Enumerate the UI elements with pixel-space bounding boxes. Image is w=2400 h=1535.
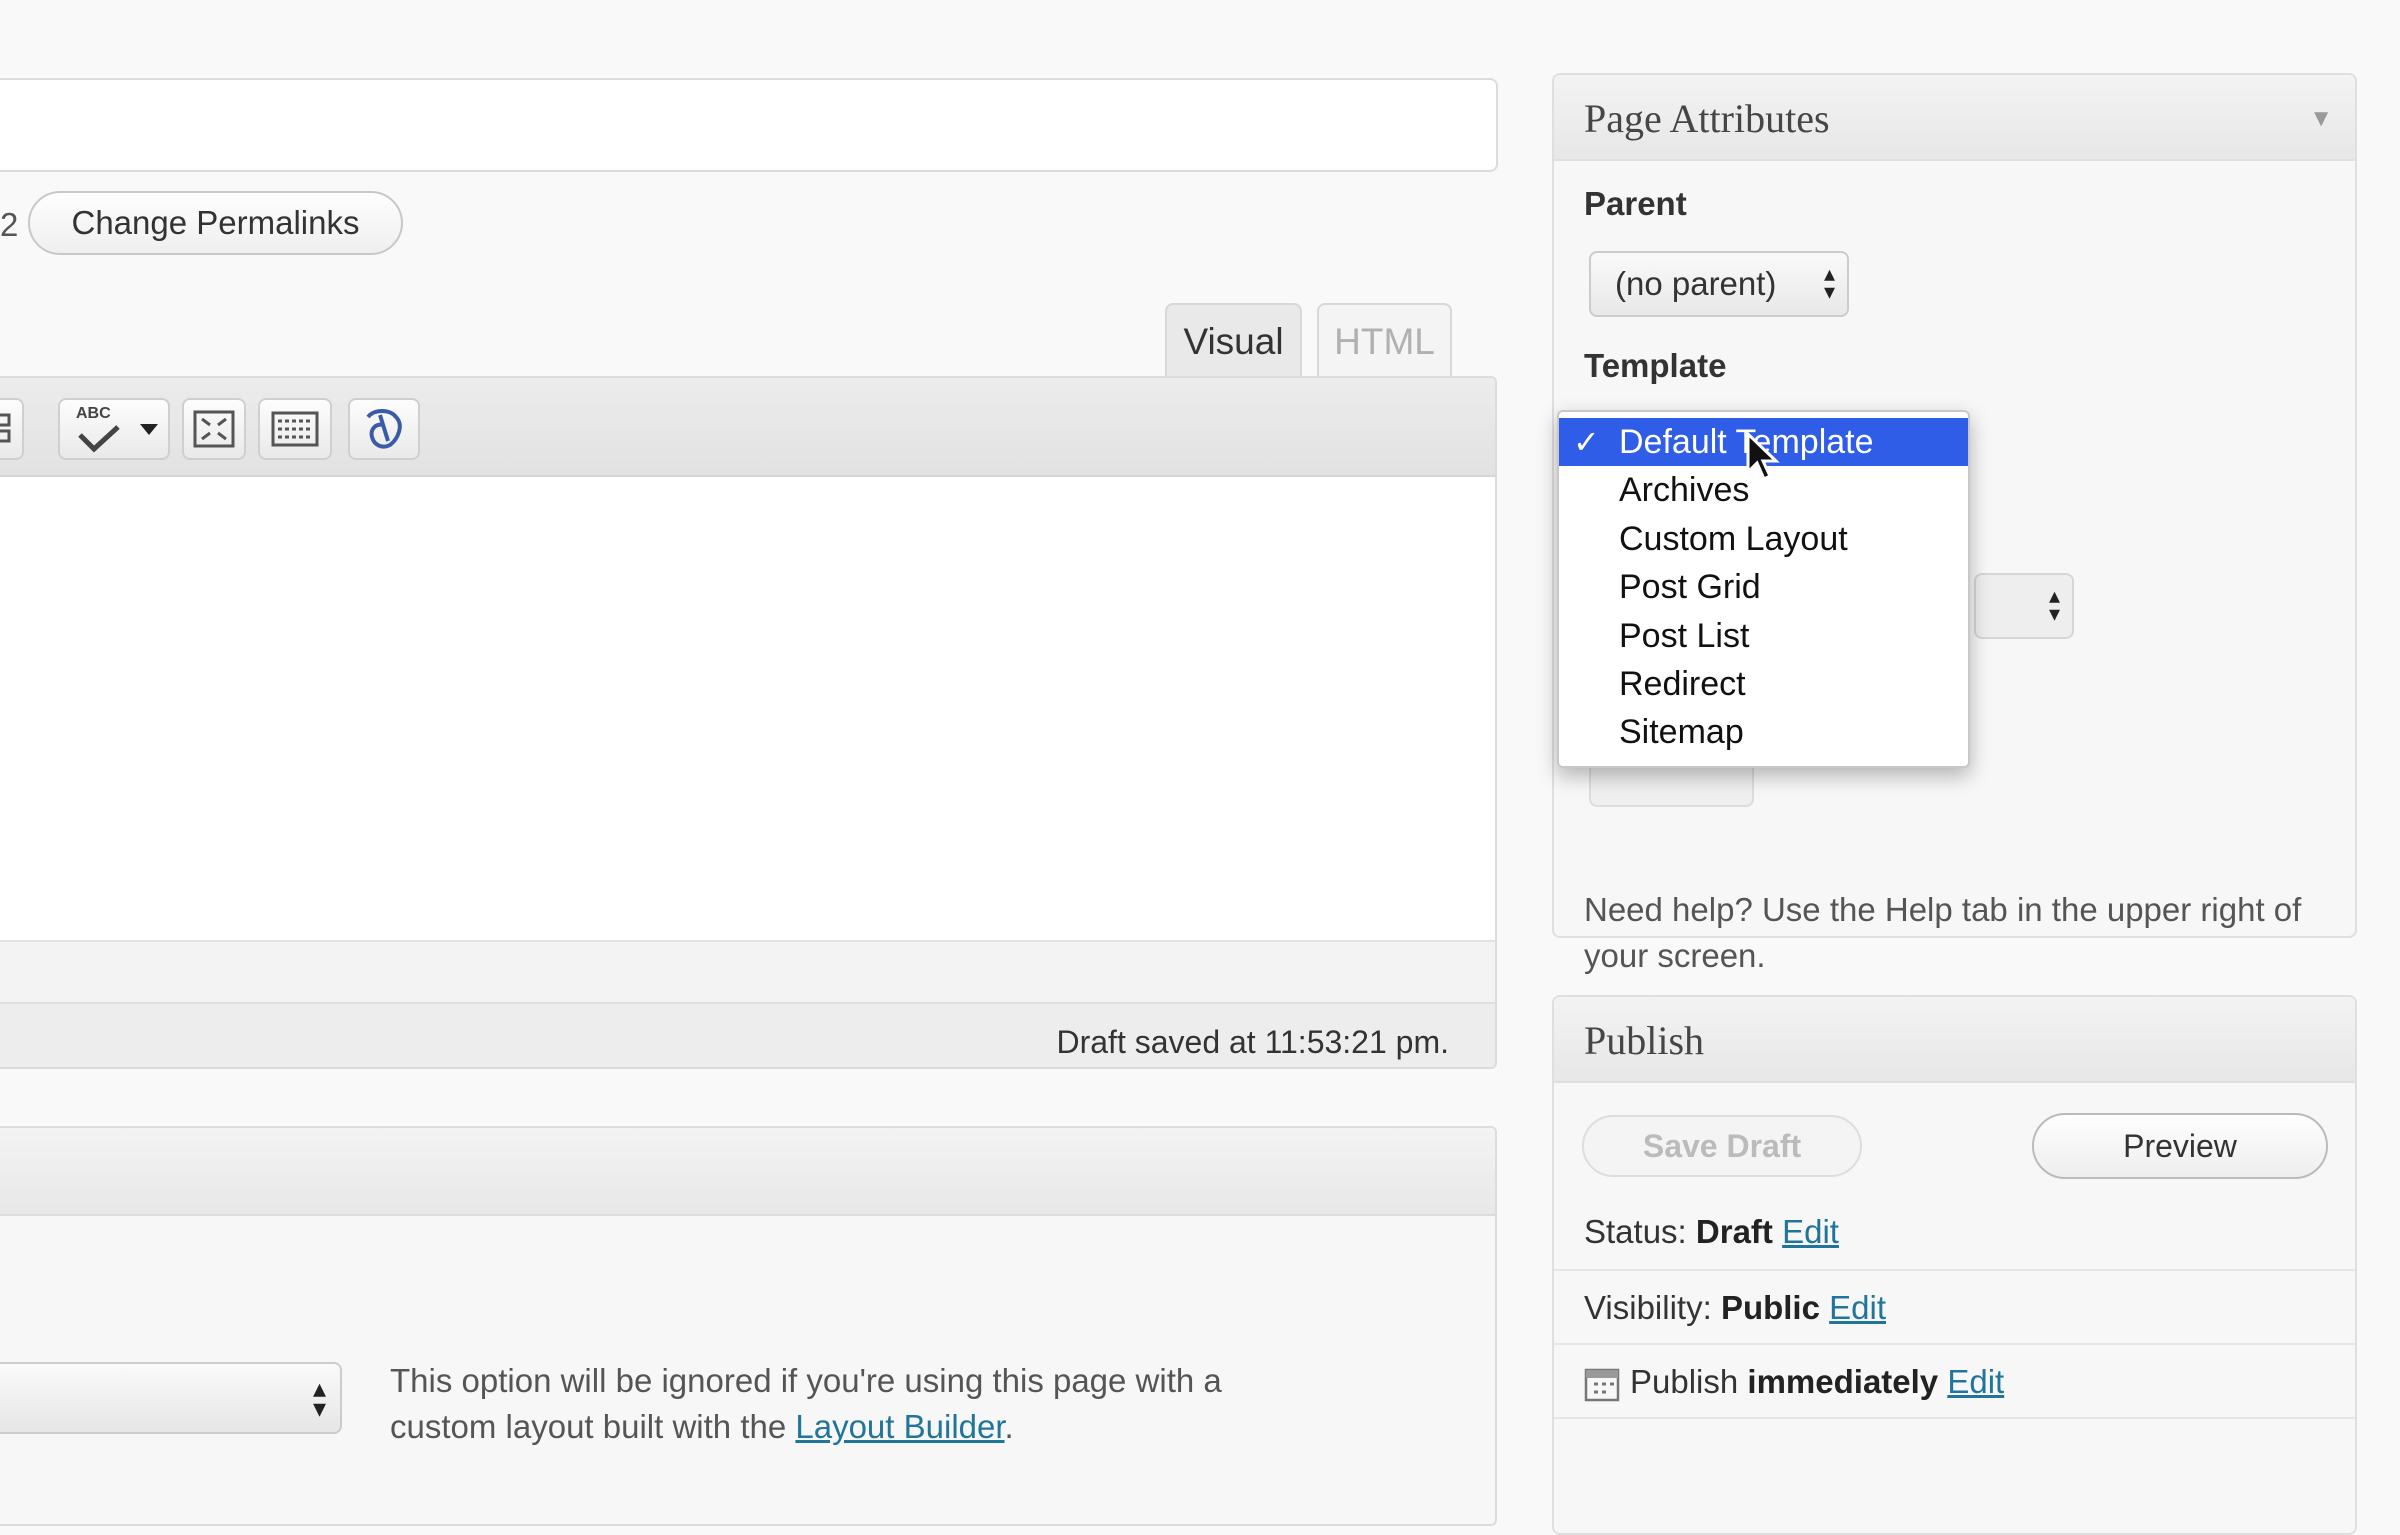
layout-options-header[interactable] (0, 1128, 1495, 1216)
editor-status-bar: Draft saved at 11:53:21 pm. (0, 1002, 1495, 1067)
parent-select-value: (no parent) (1615, 265, 1777, 302)
parent-select[interactable]: (no parent) ▴ ▾ (1589, 251, 1849, 317)
visibility-edit-link[interactable]: Edit (1829, 1289, 1886, 1326)
layout-note-end: . (1004, 1408, 1014, 1445)
publish-header[interactable]: Publish (1554, 997, 2355, 1083)
layout-builder-link[interactable]: Layout Builder (795, 1408, 1004, 1445)
spellcheck-icon: ABC (70, 401, 126, 457)
template-option-post-list[interactable]: Post List (1559, 612, 1968, 660)
kitchen-sink-icon[interactable] (258, 398, 332, 460)
publish-label: Publish (1630, 1363, 1739, 1400)
page-attributes-header[interactable]: Page Attributes ▼ (1554, 75, 2355, 161)
draft-saved-status: Draft saved at 11:53:21 pm. (1056, 1024, 1449, 1060)
select-arrows-icon: ▴ ▾ (1823, 261, 1835, 304)
pagebreak-icon[interactable] (0, 398, 24, 460)
template-option-custom-layout[interactable]: Custom Layout (1559, 515, 1968, 563)
publish-title: Publish (1584, 1018, 1705, 1063)
checkmark-icon: ✓ (1573, 424, 1600, 460)
order-select[interactable]: ▴ ▾ (1974, 573, 2074, 639)
spellcheck-text: ABC (76, 405, 111, 422)
visibility-value: Public (1720, 1289, 1820, 1326)
dropdown-arrow-icon[interactable] (140, 424, 158, 436)
visibility-label: Visibility: (1584, 1289, 1712, 1326)
spellcheck-button[interactable]: ABC (58, 398, 170, 460)
order-input[interactable] (1589, 767, 1754, 807)
publish-box: Publish Save Draft Preview Status: Draft… (1552, 995, 2357, 1535)
mouse-cursor-icon (1746, 432, 1780, 482)
post-title-input[interactable] (0, 78, 1498, 172)
visibility-row: Visibility: Public Edit (1554, 1269, 2355, 1343)
plugin-icon[interactable] (348, 398, 420, 460)
template-label: Template (1584, 347, 1727, 384)
content-editor: ABC Draft saved at 11:53:21 pm. (0, 376, 1497, 1069)
triangle-down-icon[interactable]: ▼ (2309, 105, 2333, 133)
layout-select[interactable]: ▴ ▾ (0, 1362, 342, 1434)
preview-button[interactable]: Preview (2032, 1113, 2328, 1179)
save-draft-button[interactable]: Save Draft (1582, 1115, 1862, 1177)
layout-options-box (0, 1126, 1497, 1526)
parent-label: Parent (1584, 185, 1687, 222)
page-attributes-title: Page Attributes (1584, 96, 1830, 141)
layout-builder-note: This option will be ignored if you're us… (390, 1358, 1290, 1450)
template-option-redirect[interactable]: Redirect (1559, 660, 1968, 708)
template-option-sitemap[interactable]: Sitemap (1559, 708, 1968, 756)
tab-html[interactable]: HTML (1317, 303, 1452, 377)
publish-value: immediately (1747, 1363, 1939, 1400)
editor-toolbar: ABC (0, 378, 1495, 477)
status-label: Status: (1584, 1213, 1687, 1250)
status-value: Draft (1695, 1213, 1773, 1250)
publish-actions-row (1554, 1417, 2355, 1491)
tab-visual[interactable]: Visual (1165, 303, 1302, 377)
template-option-post-grid[interactable]: Post Grid (1559, 563, 1968, 611)
change-permalinks-button[interactable]: Change Permalinks (28, 191, 403, 255)
status-edit-link[interactable]: Edit (1782, 1213, 1839, 1250)
select-arrows-icon: ▴ ▾ (2048, 583, 2060, 626)
publish-date-row: Publish immediately Edit (1554, 1343, 2355, 1417)
select-arrows-icon: ▴ ▾ (312, 1373, 326, 1423)
status-row: Status: Draft Edit (1554, 1195, 2355, 1269)
editor-path-bar (0, 940, 1495, 1002)
fullscreen-icon[interactable] (182, 398, 246, 460)
calendar-icon (1584, 1369, 1620, 1402)
help-text: Need help? Use the Help tab in the upper… (1584, 891, 2302, 974)
publish-edit-link[interactable]: Edit (1947, 1363, 2004, 1400)
permalink-fragment: 2 (0, 206, 19, 243)
